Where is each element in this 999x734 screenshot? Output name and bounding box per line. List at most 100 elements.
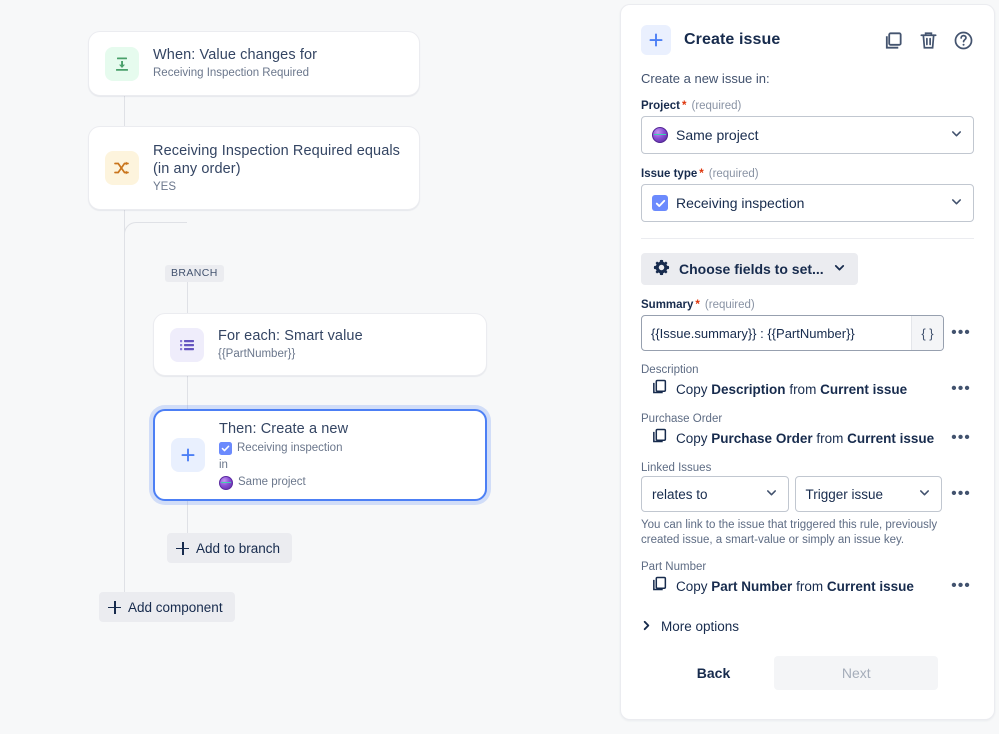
create-issue-panel: Create issue Create a new issue in: Proj… [620,4,995,720]
rule-canvas: When: Value changes for Receiving Inspec… [0,0,620,734]
link-target-select[interactable]: Trigger issue [794,476,942,512]
issue-type-check-icon [219,442,232,455]
choose-fields-button[interactable]: Choose fields to set... [641,253,858,285]
trash-icon[interactable] [918,30,939,51]
rule-node-create-issue[interactable]: Then: Create a new Receiving inspection … [153,409,487,501]
copy-source: Current issue [826,578,914,594]
rule-node-foreach[interactable]: For each: Smart value {{PartNumber}} [153,313,487,376]
summary-input[interactable] [642,316,911,350]
copy-source: Current issue [820,381,908,397]
required-text: (required) [704,299,755,311]
smart-value-button[interactable]: { } [911,316,943,350]
copy-icon [651,427,668,449]
project-label: Project * (required) [641,100,974,112]
part-number-copy-row[interactable]: Copy Part Number from Current issue ••• [641,575,974,597]
required-star: * [699,168,704,180]
choose-fields-label: Choose fields to set... [679,261,824,277]
plus-icon [108,600,121,614]
chevron-down-icon [765,486,778,502]
linked-issues-more-menu[interactable]: ••• [948,486,974,502]
issue-type-check-icon [652,195,668,211]
duplicate-icon[interactable] [883,30,904,51]
next-button[interactable]: Next [774,656,939,690]
summary-input-wrapper[interactable]: { } [641,315,944,351]
required-star: * [682,100,687,112]
add-component-label: Add component [128,599,223,615]
connector-create-addbranch [187,500,188,533]
panel-title: Create issue [684,31,781,48]
copy-from-word: from [816,430,844,446]
rule-node-title: Receiving Inspection Required equals (in… [153,142,401,177]
copy-field-name: Part Number [711,578,793,594]
link-type-value: relates to [652,486,708,502]
description-more-menu[interactable]: ••• [948,381,974,397]
link-type-select[interactable]: relates to [641,476,789,512]
panel-footer: Back Next [641,656,974,690]
description-copy-row[interactable]: Copy Description from Current issue ••• [641,378,974,400]
more-options-toggle[interactable]: More options [641,619,974,634]
required-star: * [695,299,700,311]
project-globe-icon [652,127,668,143]
chevron-down-icon [950,127,963,143]
connector-foreach-create [187,375,188,410]
summary-more-menu[interactable]: ••• [948,325,974,341]
purchase-order-copy-row[interactable]: Copy Purchase Order from Current issue •… [641,427,974,449]
copy-field-name: Description [711,381,786,397]
copy-prefix: Copy [676,381,708,397]
linked-issues-row: relates to Trigger issue ••• [641,476,974,512]
chevron-right-icon [641,619,652,634]
purchase-order-label: Purchase Order [641,413,723,425]
summary-row: { } ••• [641,315,974,351]
rule-node-title: For each: Smart value [218,328,363,344]
project-globe-icon [219,475,233,490]
copy-field-name: Purchase Order [711,430,813,446]
chevron-down-icon [918,486,931,502]
project-select[interactable]: Same project [641,116,974,154]
list-icon [170,327,204,362]
copy-icon [651,378,668,400]
rule-node-in-word: in [219,459,228,471]
rule-node-issuetype-row: Receiving inspection [219,441,469,456]
connector-main-trunk [124,222,125,602]
back-button[interactable]: Back [677,657,750,689]
rule-node-issuetype: Receiving inspection [237,442,343,454]
rule-node-subtitle: YES [153,180,177,193]
panel-header: Create issue [641,23,974,57]
copy-from-word: from [796,578,824,594]
copy-icon [651,575,668,597]
summary-label-text: Summary [641,299,694,311]
chevron-down-icon [833,261,846,277]
panel-header-actions [883,30,974,51]
issue-type-select[interactable]: Receiving inspection [641,184,974,222]
copy-source: Current issue [847,430,935,446]
plus-icon [176,541,189,555]
shuffle-icon [105,151,139,185]
linked-issues-label: Linked Issues [641,462,712,474]
issue-type-label-text: Issue type [641,168,698,180]
part-number-more-menu[interactable]: ••• [948,578,974,594]
section-divider [641,238,974,239]
add-component-button[interactable]: Add component [99,592,235,622]
purchase-order-copy-text: Copy Purchase Order from Current issue [676,431,940,446]
rule-node-subtitle: {{PartNumber}} [218,348,296,360]
project-label-text: Project [641,100,680,112]
add-to-branch-button[interactable]: Add to branch [167,533,293,563]
rule-node-condition[interactable]: Receiving Inspection Required equals (in… [88,126,420,210]
purchase-order-more-menu[interactable]: ••• [948,430,974,446]
copy-prefix: Copy [676,578,708,594]
plus-icon [641,25,671,55]
help-icon[interactable] [953,30,974,51]
download-arrow-icon [105,46,139,81]
more-options-label: More options [661,619,740,634]
rule-node-project: Same project [238,476,306,488]
rule-node-title: When: Value changes for [153,47,318,63]
copy-from-word: from [789,381,817,397]
project-value: Same project [676,127,759,143]
part-number-label: Part Number [641,561,707,573]
copy-prefix: Copy [676,430,708,446]
panel-intro: Create a new issue in: [641,71,770,86]
rule-node-trigger[interactable]: When: Value changes for Receiving Inspec… [88,31,420,96]
description-label: Description [641,364,699,376]
gear-icon [653,259,670,279]
rule-node-project-row: Same project [219,475,469,490]
